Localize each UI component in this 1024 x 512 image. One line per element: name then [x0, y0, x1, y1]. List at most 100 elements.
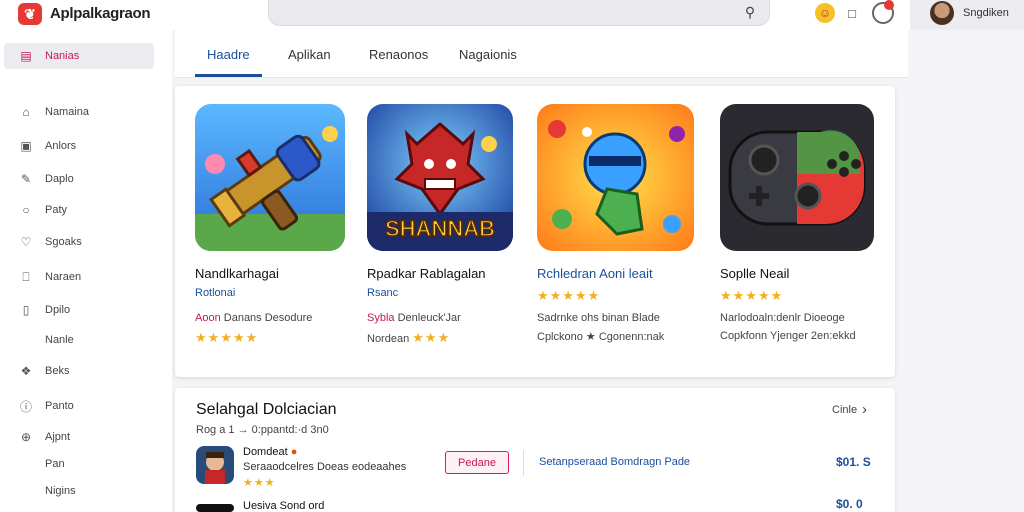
- tab-haadre[interactable]: Haadre: [207, 30, 250, 78]
- game-title[interactable]: Rpadkar Rablagalan: [367, 266, 486, 281]
- tab-aplikan[interactable]: Aplikan: [288, 30, 331, 78]
- tab-bar: [175, 30, 908, 78]
- sidebar-item-ajpnt[interactable]: ⊕ Ajpnt: [4, 424, 154, 450]
- sidebar-item-namaina[interactable]: ⌂ Namaina: [4, 99, 154, 125]
- game-artwork[interactable]: [195, 104, 345, 251]
- bell-icon[interactable]: □: [844, 4, 860, 22]
- sidebar-item-label: Panto: [45, 400, 74, 412]
- game-description-text: Danans Desodure: [220, 312, 313, 324]
- game-rating: ★★★★★: [195, 330, 258, 346]
- game-title[interactable]: Rchledran Aoni leait: [537, 266, 653, 281]
- sidebar: ▤ Nanias ⌂ Namaina ▣ Anlors ✎ Daplo ○ Pa…: [0, 30, 172, 512]
- sidebar-item-paty[interactable]: ○ Paty: [4, 197, 154, 223]
- game-description-secondary: Cplckono ★ Cgonenn:nak: [537, 331, 665, 343]
- sidebar-item-label: Naraen: [45, 271, 82, 283]
- sidebar-item-label: Namaina: [45, 106, 90, 118]
- list-item-meta: Seraaodcelres Doeas eodeaahes: [243, 461, 407, 473]
- character-game-icon: [196, 446, 234, 484]
- sidebar-item-label: Dpilo: [45, 304, 71, 316]
- sidebar-item-dpilo[interactable]: ▯ Dpilo: [4, 297, 154, 323]
- info-icon: ⓘ: [19, 399, 32, 414]
- sidebar-item-pan[interactable]: Pan: [4, 451, 154, 477]
- sidebar-item-label: Sgoaks: [45, 236, 82, 248]
- sidebar-item-label: Anlors: [45, 140, 77, 152]
- heart-icon: ♡: [20, 235, 32, 249]
- search-bar[interactable]: ⚲: [268, 0, 770, 26]
- sidebar-item-label: Beks: [45, 365, 70, 377]
- sidebar-item-label: Daplo: [45, 173, 74, 185]
- game-developer[interactable]: Rsanc: [367, 287, 398, 299]
- notification-badge: [884, 0, 894, 10]
- username: Sngdiken: [963, 7, 1009, 19]
- sidebar-item-label: Ajpnt: [45, 431, 71, 443]
- chevron-right-icon[interactable]: ›: [862, 401, 867, 418]
- see-all-link[interactable]: Cinle: [832, 404, 857, 416]
- price-label[interactable]: $0. 0: [836, 497, 863, 511]
- active-tab-indicator: [195, 74, 262, 77]
- featured-game-card[interactable]: Rchledran Aoni leait ★★★★★ Sadrnke ohs b…: [537, 104, 697, 354]
- star-rating-icon: ★★★★★: [720, 288, 784, 303]
- list-item-link[interactable]: Setanpseraad Bomdragn Pade: [539, 456, 690, 468]
- logo-icon: ❦: [24, 5, 36, 22]
- monster-game-icon: SHANNAB: [367, 104, 513, 251]
- game-artwork[interactable]: [720, 104, 874, 251]
- app-thumbnail[interactable]: [196, 446, 234, 484]
- file-icon: ▯: [22, 303, 30, 317]
- star-rating-icon: ★★★: [412, 330, 451, 345]
- gamepad-icon: [720, 104, 874, 251]
- emoji-icon[interactable]: ☺: [815, 3, 835, 23]
- tab-renaonos[interactable]: Renaonos: [369, 30, 428, 78]
- featured-game-card[interactable]: Soplle Neail ★★★★★ Narlodoaln:denlr Dioe…: [720, 104, 880, 354]
- puzzle-icon: ❖: [20, 364, 32, 378]
- sidebar-item-nanias[interactable]: ▤ Nanias: [4, 43, 154, 69]
- featured-game-card[interactable]: SHANNAB Rpadkar Rablagalan Rsanc Sybla D…: [367, 104, 527, 354]
- sidebar-item-label: Nanias: [45, 50, 80, 62]
- list-item-name[interactable]: Domdeat ●: [243, 446, 297, 458]
- install-button[interactable]: Pedane: [445, 451, 509, 474]
- sidebar-item-nanle[interactable]: Nanle: [4, 327, 154, 353]
- sidebar-item-daplo[interactable]: ✎ Daplo: [4, 166, 154, 192]
- game-developer[interactable]: Rotlonai: [195, 287, 235, 299]
- star-rating-icon: ★★★★★: [537, 288, 601, 303]
- game-tag: Sybla: [367, 312, 395, 324]
- game-title[interactable]: Nandlkarhagai: [195, 266, 279, 281]
- app-logo[interactable]: ❦: [18, 3, 42, 25]
- game-rating: Nordean ★★★: [367, 330, 450, 346]
- star-rating-icon: ★★★: [243, 477, 276, 489]
- box-icon: ▣: [20, 139, 32, 153]
- store-icon: ▤: [20, 49, 32, 63]
- star-rating-icon: ★★★★★: [195, 330, 259, 345]
- puzzle-game-icon: [537, 104, 694, 251]
- sidebar-item-naraen[interactable]: ⎕ Naraen: [4, 264, 154, 290]
- sidebar-item-label: Paty: [45, 204, 68, 216]
- sidebar-item-label: Pan: [45, 458, 65, 470]
- app-thumbnail[interactable]: [196, 504, 234, 512]
- game-artwork[interactable]: [537, 104, 694, 251]
- game-rating-label: Nordean: [367, 333, 410, 345]
- game-title[interactable]: Soplle Neail: [720, 266, 789, 281]
- game-artwork[interactable]: SHANNAB: [367, 104, 513, 251]
- sidebar-item-label: Nigins: [45, 485, 76, 497]
- badge-icon: ●: [290, 446, 298, 458]
- search-icon[interactable]: ⚲: [741, 3, 759, 21]
- list-item-name-text: Domdeat: [243, 446, 288, 458]
- globe-icon: ⊕: [20, 430, 32, 444]
- sidebar-item-sgoaks[interactable]: ♡ Sgoaks: [4, 229, 154, 255]
- game-description: Sybla Denleuck'Jar: [367, 312, 461, 324]
- list-item-name[interactable]: Uesiva Sond ord: [243, 500, 324, 512]
- game-tag: Aoon: [195, 312, 221, 324]
- game-description-text: Denleuck'Jar: [394, 312, 461, 324]
- sidebar-item-anlors[interactable]: ▣ Anlors: [4, 133, 154, 159]
- avatar[interactable]: [930, 1, 954, 25]
- sidebar-item-label: Nanle: [45, 334, 74, 346]
- price-label[interactable]: $01. S: [836, 455, 871, 469]
- game-description: Sadrnke ohs binan Blade: [537, 312, 660, 324]
- tab-nagaionis[interactable]: Nagaionis: [459, 30, 517, 78]
- circle-icon: ○: [22, 203, 30, 217]
- sidebar-item-nigins[interactable]: Nigins: [4, 478, 154, 504]
- pen-icon: ✎: [20, 172, 32, 186]
- sidebar-item-panto[interactable]: ⓘ Panto: [4, 393, 154, 419]
- sidebar-item-beks[interactable]: ❖ Beks: [4, 358, 154, 384]
- featured-game-card[interactable]: Nandlkarhagai Rotlonai Aoon Danans Desod…: [195, 104, 355, 354]
- section-subtitle: Rog a 1 → 0:ppantd:·d 3n0: [196, 424, 329, 436]
